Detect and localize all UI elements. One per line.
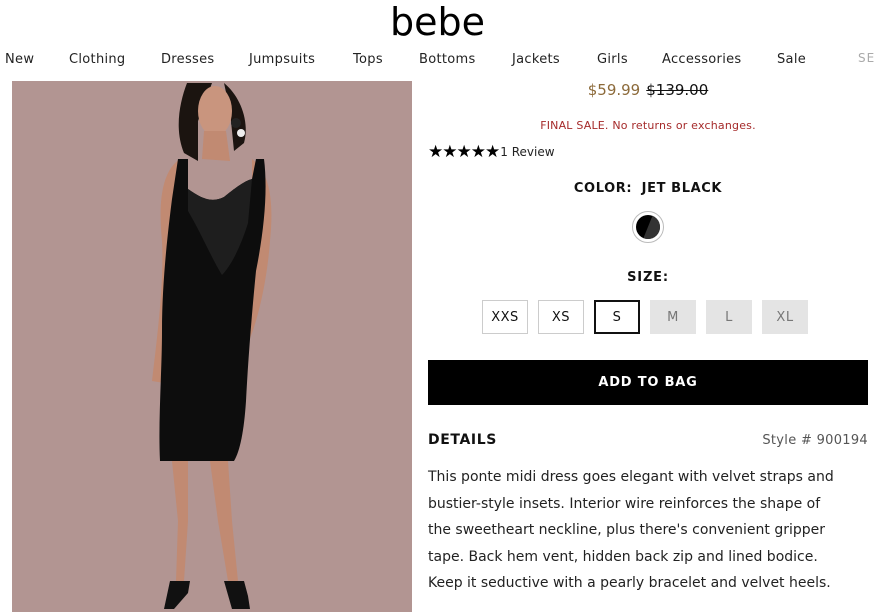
rating-row[interactable]: ★ ★ ★ ★ ★ 1 Review — [428, 143, 555, 161]
size-option-xs[interactable]: XS — [538, 300, 584, 334]
color-label: COLOR: — [573, 181, 633, 196]
size-option-xxs[interactable]: XXS — [482, 300, 528, 334]
product-description: This ponte midi dress goes elegant with … — [428, 464, 868, 597]
sale-price: $59.99 — [587, 81, 641, 99]
price-block: $59.99 $139.00 — [428, 81, 868, 99]
size-option-s[interactable]: S — [594, 300, 640, 334]
search-box-fragment[interactable]: SE — [858, 51, 875, 65]
nav-item-jackets[interactable]: Jackets — [512, 52, 560, 67]
color-value: JET BLACK — [641, 181, 723, 196]
star-icon: ★ — [470, 141, 486, 162]
description-line: the sweetheart neckline, plus there's co… — [428, 522, 826, 538]
product-image[interactable] — [12, 81, 412, 612]
star-icon: ★ — [456, 141, 472, 162]
nav-item-clothing[interactable]: Clothing — [69, 52, 125, 67]
nav-item-bottoms[interactable]: Bottoms — [419, 52, 476, 67]
size-option-m[interactable]: M — [650, 300, 696, 334]
description-line: bustier-style insets. Interior wire rein… — [428, 495, 821, 512]
description-line: Keep it seductive with a pearly bracelet… — [428, 575, 831, 591]
nav-item-accessories[interactable]: Accessories — [662, 52, 742, 67]
color-label-row: COLOR: JET BLACK — [428, 181, 868, 196]
brand-logo[interactable]: bebe — [0, 2, 875, 42]
description-line: This ponte midi dress goes elegant with … — [428, 469, 834, 485]
model-figure-illustration — [152, 83, 272, 609]
nav-item-jumpsuits[interactable]: Jumpsuits — [249, 52, 315, 67]
swatch-fill — [636, 215, 660, 239]
size-label: SIZE: — [627, 270, 669, 285]
star-icon: ★ — [485, 141, 501, 162]
nav-item-dresses[interactable]: Dresses — [161, 52, 214, 67]
add-to-bag-button[interactable]: ADD TO BAG — [428, 360, 868, 405]
star-icon: ★ — [442, 141, 458, 162]
final-sale-notice: FINAL SALE. No returns or exchanges. — [540, 119, 756, 132]
nav-item-sale[interactable]: Sale — [777, 52, 806, 67]
color-swatch-jet-black[interactable] — [632, 211, 664, 243]
size-option-xl[interactable]: XL — [762, 300, 808, 334]
review-count-link[interactable]: 1 Review — [500, 145, 554, 159]
original-price: $139.00 — [646, 81, 709, 99]
nav-item-new[interactable]: New — [5, 52, 34, 67]
star-icon: ★ — [428, 141, 444, 162]
nav-item-tops[interactable]: Tops — [353, 52, 383, 67]
size-option-l[interactable]: L — [706, 300, 752, 334]
description-line: tape. Back hem vent, hidden back zip and… — [428, 548, 818, 565]
details-heading: DETAILS — [428, 432, 497, 448]
nav-item-girls[interactable]: Girls — [597, 52, 628, 67]
style-number: Style # 900194 — [762, 433, 868, 448]
main-nav: New Clothing Dresses Jumpsuits Tops Bott… — [0, 48, 875, 74]
